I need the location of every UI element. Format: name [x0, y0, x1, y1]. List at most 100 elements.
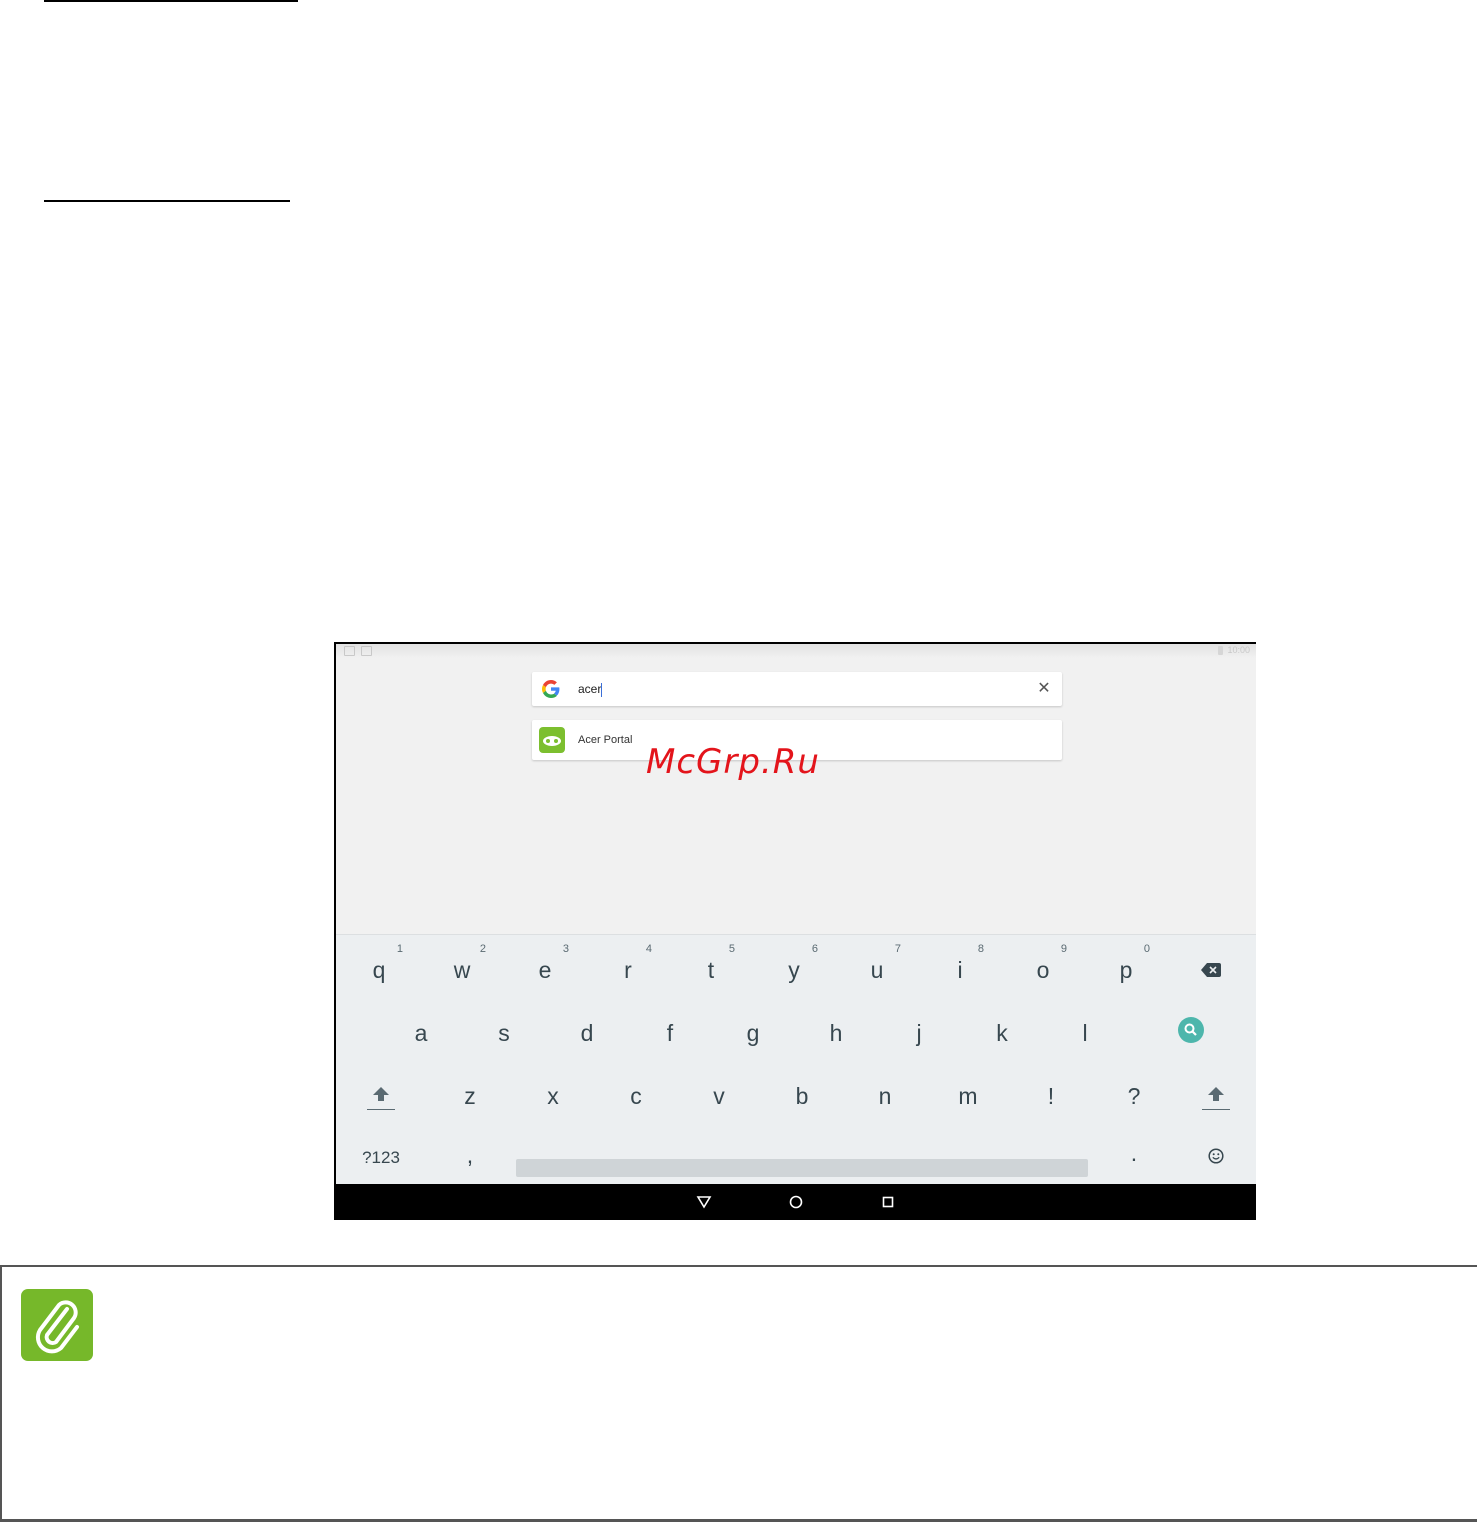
key-m[interactable]: m: [938, 1065, 998, 1125]
key-u[interactable]: u7: [847, 939, 907, 999]
key-hint: 3: [562, 943, 569, 955]
back-icon[interactable]: [694, 1192, 714, 1212]
key-o[interactable]: o9: [1013, 939, 1073, 999]
key-label: ?123: [362, 1148, 400, 1167]
key-l[interactable]: l: [1055, 1002, 1115, 1062]
search-query: acer: [578, 682, 602, 696]
key-a[interactable]: a: [391, 1002, 451, 1062]
key-label: g: [746, 1020, 760, 1046]
close-icon[interactable]: ✕: [1034, 679, 1054, 699]
recents-icon[interactable]: [878, 1192, 898, 1212]
key-label: ,: [466, 1142, 474, 1168]
top-rule: [44, 0, 298, 2]
key-label: j: [916, 1020, 922, 1046]
key-h[interactable]: h: [806, 1002, 866, 1062]
key-label: w: [453, 957, 471, 983]
acer-portal-icon: [539, 727, 565, 753]
key-e[interactable]: e3: [515, 939, 575, 999]
key-label: i: [957, 957, 963, 983]
key-exclamation[interactable]: !: [1021, 1065, 1081, 1125]
navigation-bar: [334, 1184, 1256, 1220]
key-z[interactable]: z: [440, 1065, 500, 1125]
shift-key-left[interactable]: [351, 1065, 411, 1125]
key-s[interactable]: s: [474, 1002, 534, 1062]
key-label: t: [707, 957, 715, 983]
key-q[interactable]: q1: [349, 939, 409, 999]
text-cursor: [601, 682, 603, 697]
key-label: ?: [1127, 1083, 1141, 1109]
key-hint: 9: [1060, 943, 1067, 955]
search-icon: [1184, 1023, 1197, 1036]
symbols-key[interactable]: ?123: [351, 1128, 411, 1184]
key-f[interactable]: f: [640, 1002, 700, 1062]
key-p[interactable]: p0: [1096, 939, 1156, 999]
google-g-icon: [542, 680, 560, 698]
key-i[interactable]: i8: [930, 939, 990, 999]
key-label: v: [713, 1083, 725, 1109]
backspace-icon: [1201, 963, 1221, 977]
key-g[interactable]: g: [723, 1002, 783, 1062]
key-label: o: [1036, 957, 1050, 983]
key-d[interactable]: d: [557, 1002, 617, 1062]
key-label: c: [630, 1083, 642, 1109]
tablet-screen: 10:00 acer ✕ Acer Portal McGrp.Ru q 1 w …: [336, 644, 1256, 1184]
paperclip-icon: [21, 1289, 93, 1361]
comma-key[interactable]: ,: [440, 1128, 500, 1184]
key-label: r: [624, 957, 632, 983]
key-hint: 6: [811, 943, 818, 955]
key-label: z: [464, 1083, 476, 1109]
key-w[interactable]: w2: [432, 939, 492, 999]
space-bar[interactable]: [516, 1159, 1088, 1177]
search-bar[interactable]: acer ✕: [532, 672, 1062, 706]
key-b[interactable]: b: [772, 1065, 832, 1125]
key-label: p: [1119, 957, 1133, 983]
watermark: McGrp.Ru: [646, 742, 820, 782]
key-label: u: [870, 957, 884, 983]
key-label: y: [788, 957, 800, 983]
backspace-key[interactable]: [1181, 939, 1241, 999]
key-label: d: [580, 1020, 594, 1046]
key-label: .: [1130, 1140, 1138, 1166]
tablet-screenshot: 10:00 acer ✕ Acer Portal McGrp.Ru q 1 w …: [334, 642, 1256, 1220]
key-label: k: [996, 1020, 1008, 1046]
key-label: s: [498, 1020, 510, 1046]
key-k[interactable]: k: [972, 1002, 1032, 1062]
notification-icon: [344, 646, 355, 656]
key-n[interactable]: n: [855, 1065, 915, 1125]
shift-underline: [367, 1109, 395, 1110]
key-hint: 8: [977, 943, 984, 955]
key-label: a: [414, 1020, 428, 1046]
key-label: b: [795, 1083, 809, 1109]
search-input[interactable]: acer: [578, 672, 603, 706]
key-label: m: [958, 1083, 978, 1109]
screenshot-icon: [361, 646, 372, 656]
key-label: !: [1047, 1083, 1055, 1109]
key-r[interactable]: r4: [598, 939, 658, 999]
key-hint: 5: [728, 943, 735, 955]
key-hint: 1: [396, 943, 403, 955]
home-icon[interactable]: [786, 1192, 806, 1212]
shift-icon: [373, 1087, 389, 1101]
key-hint: 4: [645, 943, 652, 955]
key-j[interactable]: j: [889, 1002, 949, 1062]
key-y[interactable]: y6: [764, 939, 824, 999]
key-label: l: [1082, 1020, 1088, 1046]
key-t[interactable]: t5: [681, 939, 741, 999]
shift-icon: [1208, 1087, 1224, 1101]
key-c[interactable]: c: [606, 1065, 666, 1125]
key-label: q: [372, 957, 386, 983]
key-hint: 2: [479, 943, 486, 955]
search-key[interactable]: [1178, 1017, 1204, 1043]
on-screen-keyboard: q1 w2 e3 r4 t5 y6 u7 i8 o9 p0 a s d f g …: [336, 934, 1256, 1184]
shift-key-right[interactable]: [1186, 1065, 1246, 1125]
emoji-key[interactable]: [1186, 1128, 1246, 1184]
result-label: Acer Portal: [578, 734, 633, 746]
key-v[interactable]: v: [689, 1065, 749, 1125]
key-label: e: [538, 957, 552, 983]
key-question[interactable]: ?: [1104, 1065, 1164, 1125]
period-key[interactable]: .: [1104, 1128, 1164, 1184]
note-box: [0, 1265, 1477, 1522]
key-label: f: [666, 1020, 674, 1046]
key-label: h: [829, 1020, 843, 1046]
key-x[interactable]: x: [523, 1065, 583, 1125]
